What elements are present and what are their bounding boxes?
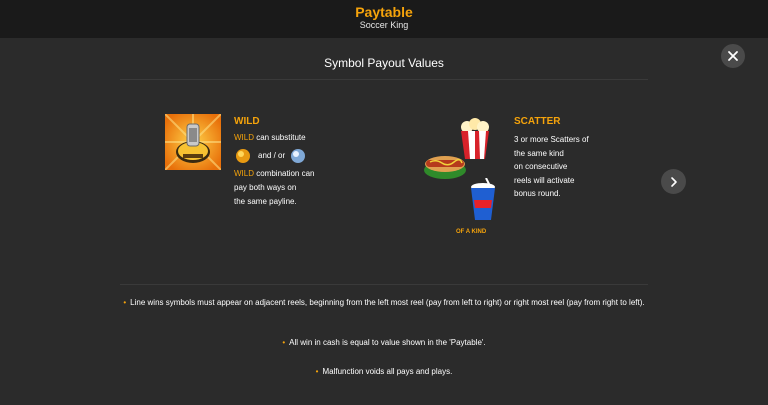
wild-word-2: WILD <box>234 169 254 178</box>
wild-title: WILD <box>234 116 260 127</box>
wild-line-1-text: can substitute <box>254 133 306 142</box>
wild-line-3: WILD combination can <box>234 167 314 181</box>
divider <box>120 79 648 80</box>
next-page-button[interactable] <box>661 169 686 194</box>
hotdog-icon <box>424 156 466 179</box>
scatter-line-3: on consecutive <box>514 162 568 171</box>
game-name: Soccer King <box>359 20 409 30</box>
wild-line-4: pay both ways on <box>234 183 297 192</box>
wild-description: WILD can substitute and / or WILD combin… <box>234 131 314 209</box>
wild-word: WILD <box>234 133 254 142</box>
of-a-kind-label: OF A KIND <box>456 229 487 235</box>
wild-line-3-text: combination can <box>254 169 315 178</box>
and-or-text: and / or <box>258 151 286 160</box>
section-title: Symbol Payout Values <box>324 56 444 70</box>
rule-line-wins: • Line wins symbols must appear on adjace… <box>120 297 648 309</box>
bullet: • <box>282 338 286 347</box>
rule-win-cash-text: All win in cash is equal to value shown … <box>289 338 486 347</box>
rule-malfunction-text: Malfunction voids all pays and plays. <box>322 367 453 376</box>
gold-ball-icon <box>236 149 250 163</box>
wild-line-1: WILD can substitute <box>234 131 314 145</box>
wild-line-5: the same payline. <box>234 197 297 206</box>
scatter-description: 3 or more Scatters of the same kind on c… <box>514 133 589 201</box>
bullet: • <box>123 298 127 307</box>
scatter-line-5: bonus round. <box>514 189 561 198</box>
scatter-line-4: reels will activate <box>514 175 575 185</box>
header: Paytable Soccer King <box>0 0 768 38</box>
silver-ball-icon <box>291 149 306 163</box>
wild-trophy-icon <box>165 114 221 170</box>
rule-line-wins-text: Line wins symbols must appear on adjacen… <box>130 298 645 307</box>
rule-malfunction: • Malfunction voids all pays and plays. <box>120 366 648 378</box>
page-title: Paytable <box>355 4 413 20</box>
wild-substitute-row: and / or <box>234 147 314 165</box>
divider-bottom <box>120 284 648 285</box>
scatter-title: SCATTER <box>514 116 561 127</box>
chevron-right-icon <box>670 176 677 187</box>
rule-win-cash: • All win in cash is equal to value shown… <box>120 337 648 349</box>
scatter-line-1: 3 or more Scatters of <box>514 135 589 144</box>
soda-cup-icon <box>471 178 495 220</box>
bullet: • <box>315 367 319 376</box>
scatter-line-2: the same kind <box>514 148 564 158</box>
